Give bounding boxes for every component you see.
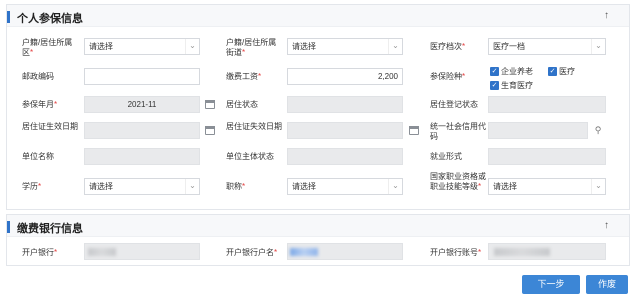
medical-level-select[interactable]: 医疗一档 ⌄ [488, 38, 606, 55]
checkbox-checked-icon[interactable]: ✓ [490, 81, 499, 91]
insured-month-label: 参保年月* [22, 100, 58, 109]
collapse-arrow-icon[interactable]: ↑ [604, 10, 609, 21]
postcode-label: 邮政编码 [22, 72, 54, 81]
education-label: 学历* [22, 182, 42, 191]
insured-month-input: 2021-11 [84, 96, 200, 113]
chevron-down-icon: ⌄ [185, 179, 199, 194]
chevron-down-icon: ⌄ [388, 39, 402, 54]
qualification-label: 国家职业资格或职业技能等级* [430, 172, 486, 191]
collapse-arrow-icon[interactable]: ↑ [604, 220, 609, 231]
employment-form-label: 就业形式 [430, 152, 462, 161]
title-select[interactable]: 请选择 ⌄ [287, 178, 403, 195]
chevron-down-icon: ⌄ [185, 39, 199, 54]
account-holder-label: 开户银行户名* [226, 248, 278, 257]
medical-level-label: 医疗档次* [430, 42, 466, 51]
education-value: 请选择 [89, 182, 113, 191]
residence-invalid-label: 居住证失效日期 [226, 122, 282, 131]
residence-valid-field [84, 122, 200, 139]
title-label: 职称* [226, 182, 246, 191]
residence-status-field [287, 96, 403, 113]
company-status-label: 单位主体状态 [226, 152, 274, 161]
bank-section-title: 缴费银行信息 [17, 223, 83, 235]
bank-section-header: 缴费银行信息 ↑ [7, 215, 629, 237]
title-value: 请选择 [292, 182, 316, 191]
residence-status-label: 居住状态 [226, 100, 258, 109]
company-name-label: 单位名称 [22, 152, 54, 161]
personal-section-title: 个人参保信息 [17, 13, 83, 25]
postcode-input[interactable] [84, 68, 200, 85]
residence-valid-label: 居住证生效日期 [22, 122, 78, 131]
residence-invalid-field [287, 122, 403, 139]
insurance-option-pension[interactable]: ✓ 企业养老 [490, 66, 533, 77]
insurance-option-label: 企业养老 [501, 67, 533, 76]
redacted-account-holder [290, 248, 318, 256]
residence-reg-field [488, 96, 606, 113]
education-select[interactable]: 请选择 ⌄ [84, 178, 200, 195]
section-accent-bar [7, 221, 10, 233]
credit-code-field [488, 122, 588, 139]
credit-code-label: 统一社会信用代码 [430, 122, 486, 141]
salary-input[interactable]: 2,200 [287, 68, 403, 85]
calendar-icon[interactable] [408, 124, 420, 136]
chevron-down-icon: ⌄ [591, 179, 605, 194]
company-status-field [287, 148, 403, 165]
redacted-bank-name [88, 248, 116, 256]
redacted-account-number [494, 248, 550, 256]
insurance-option-label: 医疗 [559, 67, 575, 76]
employment-form-field [488, 148, 606, 165]
residence-reg-label: 居住登记状态 [430, 100, 478, 109]
checkbox-checked-icon[interactable]: ✓ [548, 67, 557, 77]
hukou-street-label: 户籍/居住所属街道* [226, 38, 277, 57]
chevron-down-icon: ⌄ [388, 179, 402, 194]
insurance-option-label: 生育医疗 [501, 81, 533, 90]
qualification-select[interactable]: 请选择 ⌄ [488, 178, 606, 195]
account-number-label: 开户银行账号* [430, 248, 482, 257]
bank-name-label: 开户银行* [22, 248, 58, 257]
section-accent-bar [7, 11, 10, 23]
hukou-street-select[interactable]: 请选择 ⌄ [287, 38, 403, 55]
void-button[interactable]: 作废 [586, 275, 628, 294]
checkbox-checked-icon[interactable]: ✓ [490, 67, 499, 77]
chevron-down-icon: ⌄ [591, 39, 605, 54]
salary-label: 缴费工资* [226, 72, 262, 81]
calendar-icon[interactable] [204, 124, 216, 136]
hukou-street-value: 请选择 [292, 42, 316, 51]
hukou-area-label: 户籍/居住所属区* [22, 38, 73, 57]
personal-section-header: 个人参保信息 ↑ [7, 5, 629, 27]
next-step-button[interactable]: 下一步 [522, 275, 580, 294]
hukou-area-select[interactable]: 请选择 ⌄ [84, 38, 200, 55]
insurance-option-medical[interactable]: ✓ 医疗 [548, 66, 575, 77]
medical-level-value: 医疗一档 [493, 42, 525, 51]
hukou-area-value: 请选择 [89, 42, 113, 51]
insurance-option-maternity[interactable]: ✓ 生育医疗 [490, 80, 533, 91]
search-icon[interactable]: ⚲ [592, 124, 604, 136]
qualification-value: 请选择 [493, 182, 517, 191]
calendar-icon[interactable] [204, 98, 216, 110]
company-name-field [84, 148, 200, 165]
insurance-type-label: 参保险种* [430, 72, 466, 81]
